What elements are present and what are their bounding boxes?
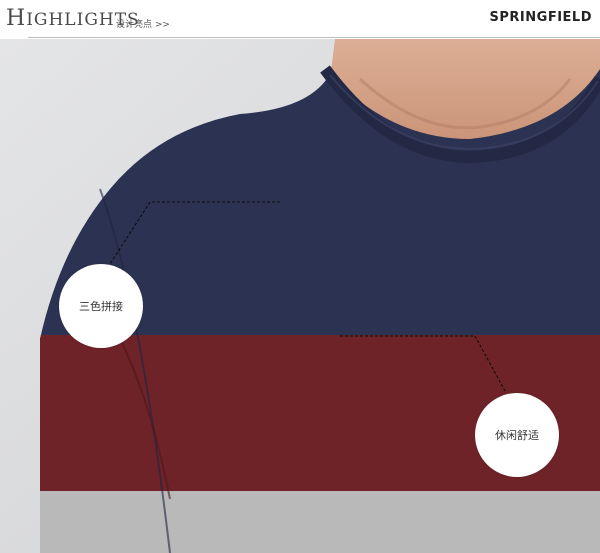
highlights-subtitle: 设计亮点 >> xyxy=(116,20,170,30)
brand-name: SPRINGFIELD xyxy=(489,10,592,25)
highlights-title-initial: H xyxy=(6,6,27,31)
callout-label: 三色拼接 xyxy=(79,300,123,313)
callout-label: 休闲舒适 xyxy=(495,429,539,442)
callout-three-color-splicing: 三色拼接 xyxy=(59,264,143,348)
callout-casual-comfort: 休闲舒适 xyxy=(475,393,559,477)
gray-stripe xyxy=(40,491,600,553)
page-header: HIGHLIGHTS 设计亮点 >> SPRINGFIELD xyxy=(0,0,600,38)
header-divider xyxy=(28,37,600,38)
